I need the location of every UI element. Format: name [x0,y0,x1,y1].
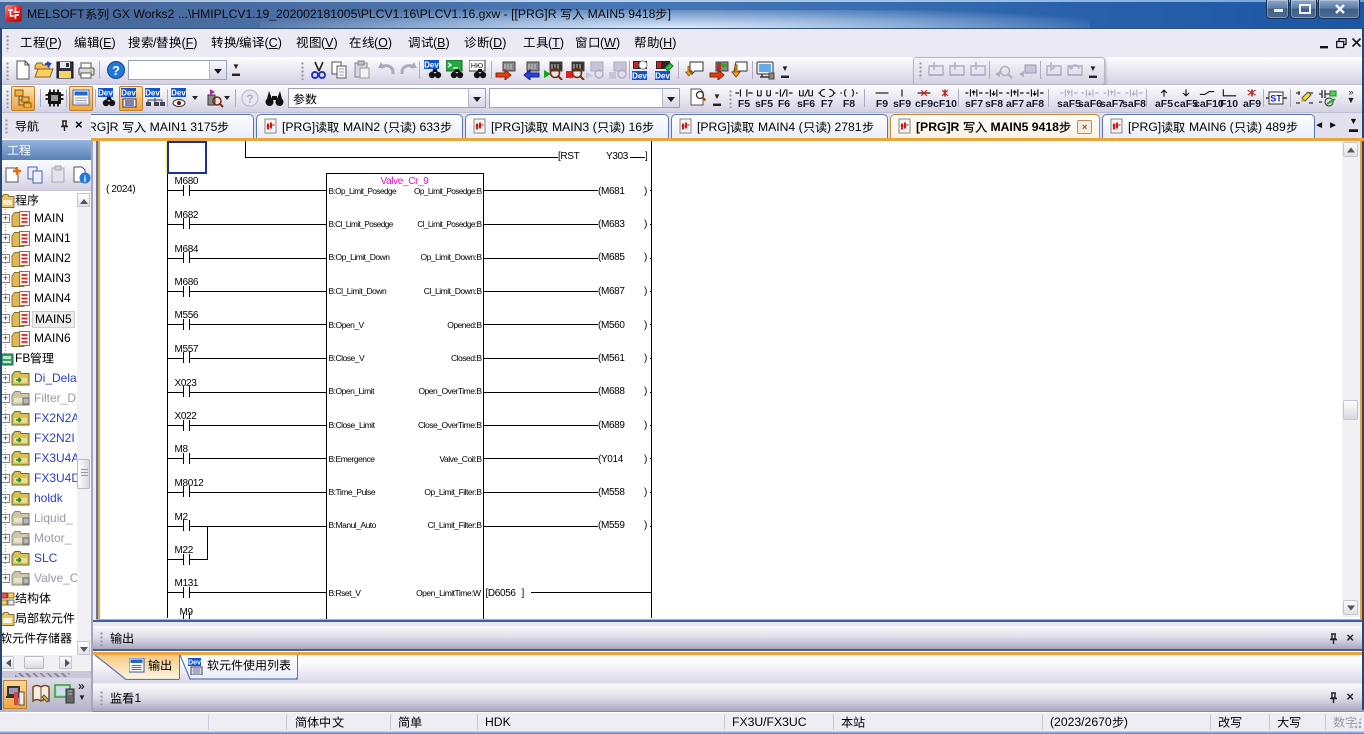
svg-text:ST: ST [1270,94,1282,104]
svg-text:?: ? [112,63,120,78]
svg-text:Dev: Dev [188,659,201,666]
svg-text:?: ? [246,92,253,106]
svg-text:Dev: Dev [121,89,136,98]
svg-text:Dev: Dev [145,89,160,98]
svg-text:Dev: Dev [424,61,439,70]
svg-text:Dev: Dev [98,89,113,98]
svg-text:Dev: Dev [632,72,647,81]
svg-text:Dev: Dev [171,89,186,98]
svg-text:Dev: Dev [655,72,670,81]
svg-text:HЮ: HЮ [471,63,483,70]
